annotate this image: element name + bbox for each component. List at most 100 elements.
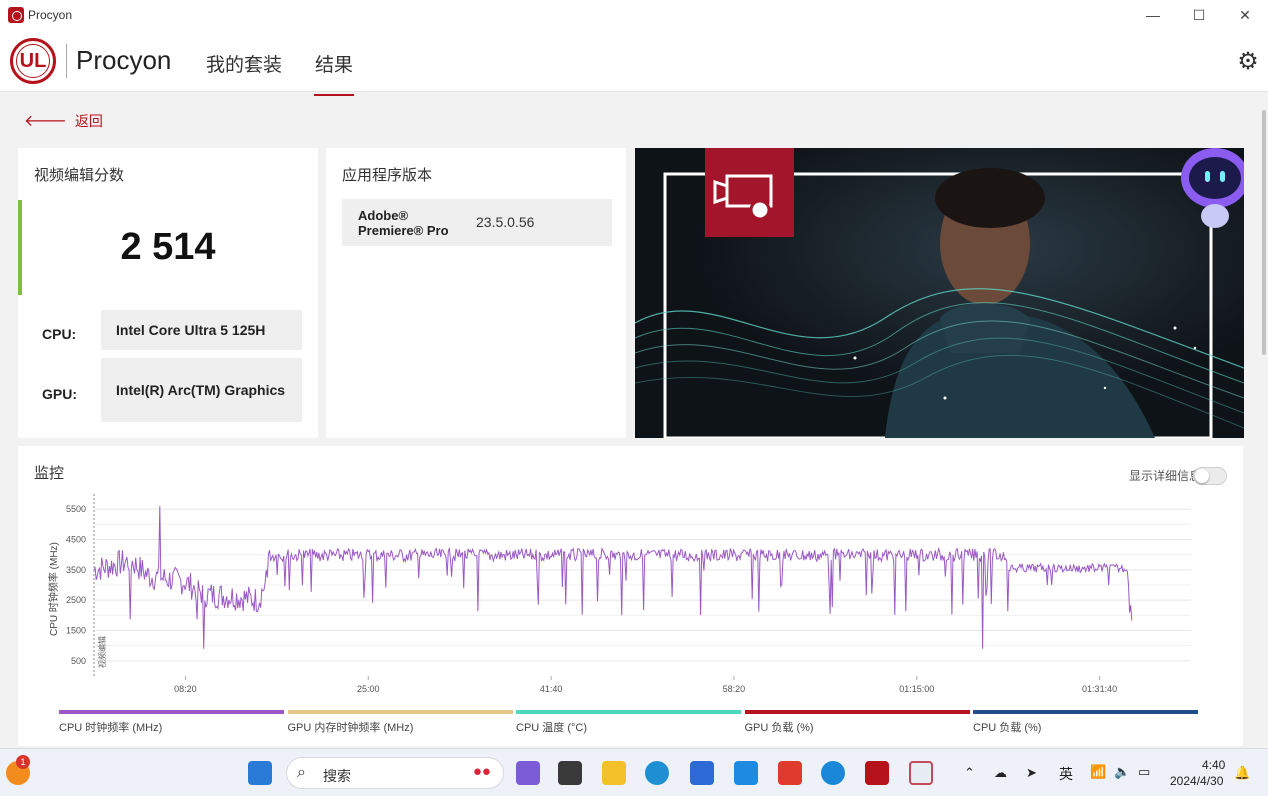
y-tick-label: 3500 [66,565,86,575]
brand-name: Procyon [76,45,172,75]
legend-color-bar [59,710,284,714]
legend-label: CPU 时钟频率 (MHz) [59,722,163,734]
legend-label: CPU 负载 (%) [973,722,1042,734]
legend-item[interactable]: GPU 内存时钟频率 (MHz) [287,710,513,735]
legend-label: CPU 温度 (°C) [516,722,588,734]
monitoring-title: 监控 [34,465,65,482]
x-tick-label: 41:40 [540,684,563,694]
strawberry-icon: ●● [472,763,491,780]
tab-my-suites[interactable]: 我的套装 [206,50,282,77]
window-title: Procyon [28,8,73,22]
onedrive-icon[interactable]: ☁ [994,765,1007,781]
app-version: 23.5.0.56 [476,214,535,230]
legend-color-bar [287,710,513,714]
legend-item[interactable]: CPU 温度 (°C) [516,710,741,735]
legend-label: GPU 负载 (%) [744,722,814,734]
phase-marker-label: 视频编辑 [97,636,107,668]
app-version-card: 应用程序版本 Adobe® Premiere® Pro 23.5.0.56 [326,148,626,438]
myhp-icon[interactable] [734,761,758,785]
x-tick-label: 58:20 [723,684,746,694]
chart-grid [93,494,1191,680]
show-details-toggle[interactable] [1193,467,1227,485]
legend-color-bar [516,710,741,714]
cpu-clock-chart: 500 1500 2500 3500 4500 5500 08:20 25:00 41:40 5… [47,494,1191,694]
y-tick-label: 4500 [66,535,86,545]
volume-icon[interactable]: 🔈 [1114,764,1130,780]
legend-item[interactable]: CPU 时钟频率 (MHz) [59,710,284,735]
score-card: 视频编辑分数 2 514 CPU: Intel Core Ultra 5 125… [18,148,318,438]
maximize-button[interactable]: ☐ [1176,0,1222,30]
y-tick-label: 5500 [66,504,86,514]
window-controls: — ☐ ✕ [1130,0,1268,30]
hero-illustration [635,148,1244,438]
taskbar-search[interactable]: ⌕ 搜索 ●● [286,757,504,789]
app-name: Adobe® Premiere® Pro [358,208,449,238]
x-tick-label: 01:15:00 [899,684,934,694]
search-icon: ⌕ [297,764,306,781]
back-link[interactable]: 🡐 返回 [24,110,103,131]
benchmark-hero-image [635,148,1244,438]
y-tick-label: 500 [71,656,86,666]
snipping-tool-icon[interactable] [909,761,933,785]
taskbar: 1 ⌕ 搜索 ●● ⌃ ☁ ➤ 英 📶 🔈 ▭ 4:40 2024/4/30 🔔 [0,748,1268,796]
help-icon[interactable] [821,761,845,785]
chevron-up-icon[interactable]: ⌃ [964,765,975,781]
location-icon[interactable]: ➤ [1026,765,1037,781]
wps-icon[interactable] [778,761,802,785]
cpu-clock-series [93,506,1133,649]
cpu-value: Intel Core Ultra 5 125H [101,310,302,350]
back-label: 返回 [74,112,103,129]
x-tick-label: 01:31:40 [1082,684,1117,694]
app-name-line1: Adobe® [358,208,409,223]
clock-date[interactable]: 2024/4/30 [1170,774,1223,788]
copilot-icon[interactable] [516,761,540,785]
toggle-knob [1195,469,1209,483]
legend-color-bar [973,710,1198,714]
file-explorer-icon[interactable] [602,761,626,785]
procyon-app-icon [8,7,24,23]
show-details-label: 显示详细信息 [1128,469,1201,483]
terminal-icon[interactable] [558,761,582,785]
procyon-taskbar-icon[interactable] [865,761,889,785]
x-tick-labels: 08:20 25:00 41:40 58:20 01:15:00 01:31:40 [174,684,1117,694]
notification-badge: 1 [16,755,30,769]
x-tick-label: 08:20 [174,684,197,694]
y-tick-label: 1500 [66,626,86,636]
ime-indicator[interactable]: 英 [1059,764,1073,784]
store-icon[interactable] [690,761,714,785]
cpu-label: CPU: [42,326,77,342]
search-placeholder: 搜索 [323,768,351,784]
gpu-label: GPU: [42,386,77,402]
gear-icon[interactable]: ⚙ [1236,50,1260,74]
gpu-value: Intel(R) Arc(TM) Graphics [101,358,302,422]
window-titlebar: Procyon — ☐ ✕ [0,0,1268,30]
score-value: 2 514 [120,226,216,268]
monitoring-panel: 监控 显示详细信息 500 1500 2500 3500 4500 5500 08:20 2… [18,446,1243,746]
ul-logo: UL [10,38,56,84]
y-axis-label: CPU 时钟频率 (MHz) [47,542,60,636]
minimize-button[interactable]: — [1130,0,1176,30]
close-button[interactable]: ✕ [1222,0,1268,30]
arrow-left-icon: 🡐 [24,113,67,130]
app-header: UL Procyon 我的套装 结果 ⚙ [0,30,1268,96]
legend-item[interactable]: CPU 负载 (%) [973,710,1198,735]
start-menu-icon[interactable] [248,761,272,785]
battery-icon[interactable]: ▭ [1138,764,1150,780]
legend-label: GPU 内存时钟频率 (MHz) [287,722,414,734]
logo-divider [66,44,67,78]
edge-browser-icon[interactable] [645,761,669,785]
app-version-row: Adobe® Premiere® Pro 23.5.0.56 [342,199,612,246]
y-tick-label: 2500 [66,595,86,605]
tab-results[interactable]: 结果 [313,50,355,96]
app-name-line2: Premiere® Pro [358,223,449,238]
scrollbar-thumb[interactable] [1262,110,1266,355]
score-card-title: 视频编辑分数 [34,167,125,184]
y-tick-labels: 500 1500 2500 3500 4500 5500 [66,504,86,666]
x-tick-label: 25:00 [357,684,380,694]
wifi-icon[interactable]: 📶 [1090,764,1106,780]
notification-bell-icon[interactable]: 🔔 [1234,765,1250,781]
legend-color-bar [744,710,970,714]
app-version-title: 应用程序版本 [342,167,433,184]
legend-item[interactable]: GPU 负载 (%) [744,710,970,735]
clock-time[interactable]: 4:40 [1202,758,1225,772]
